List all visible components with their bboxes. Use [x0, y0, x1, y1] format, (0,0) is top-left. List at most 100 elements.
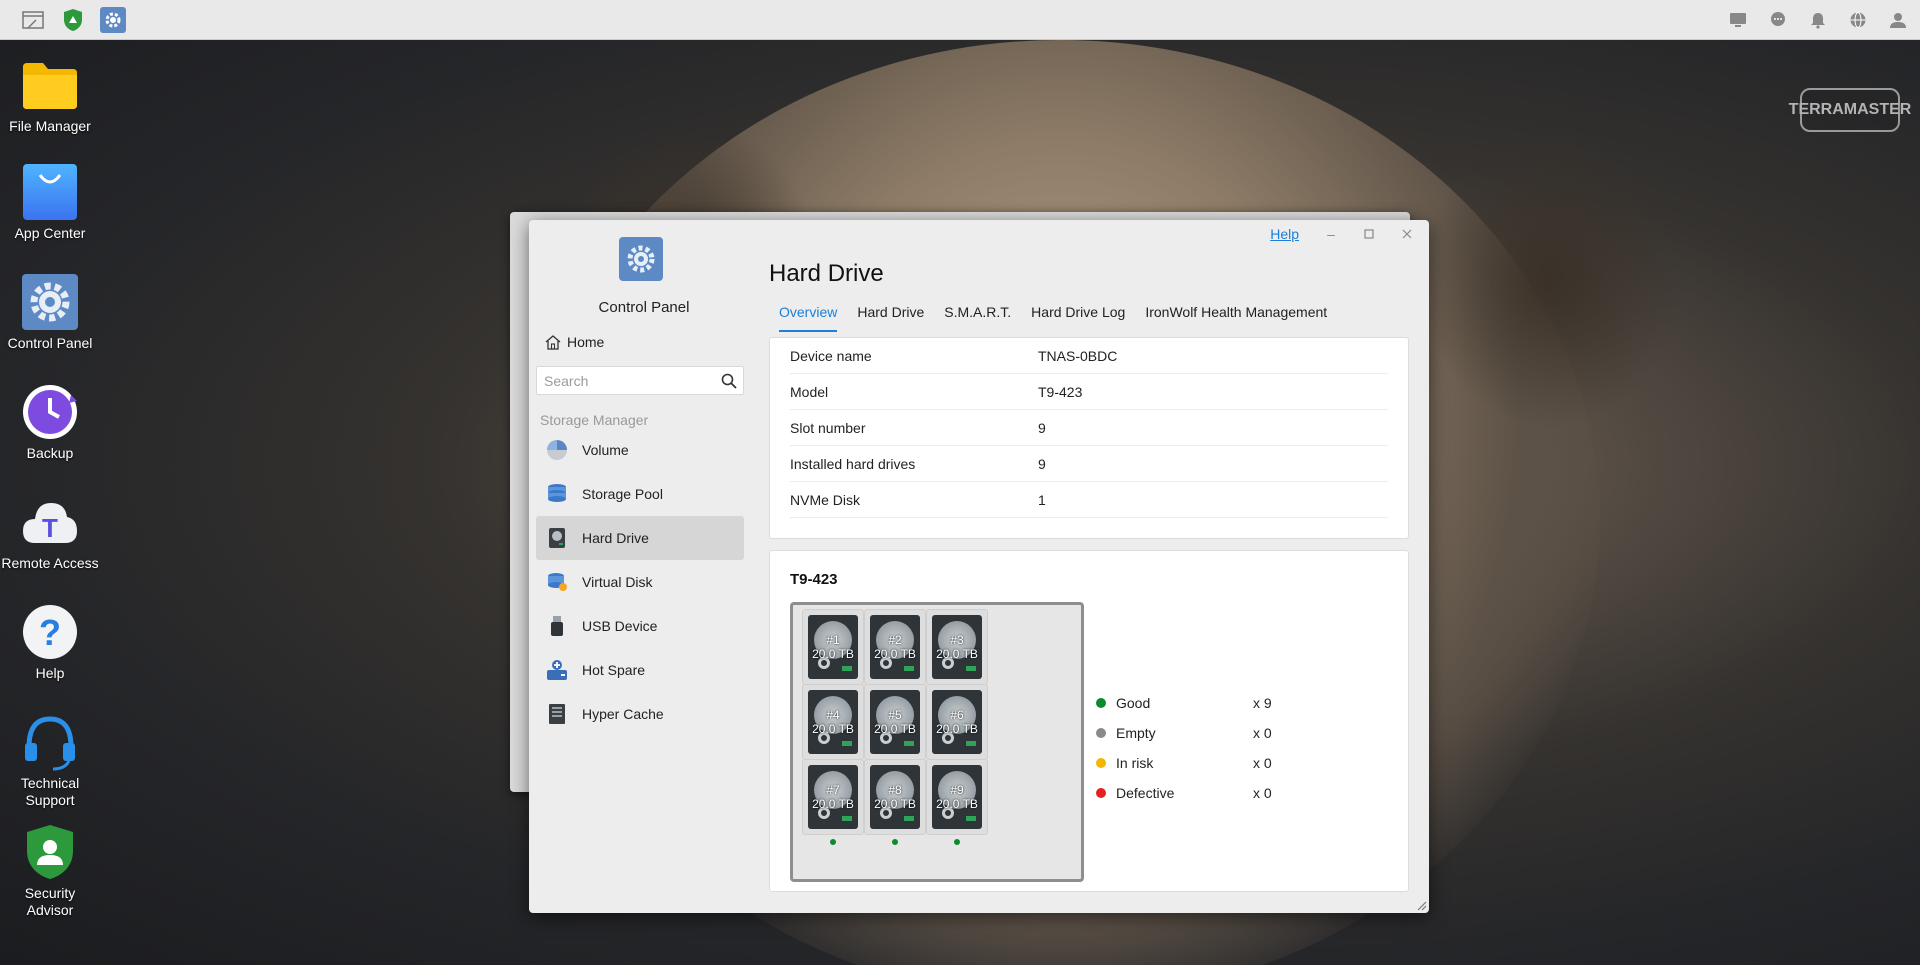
tab-hard-drive[interactable]: Hard Drive	[857, 304, 924, 332]
security-advisor-taskbar-button[interactable]	[60, 7, 86, 33]
drive-size: 20.0 TB	[874, 647, 916, 661]
drive-label: #5 20.0 TB	[874, 708, 916, 736]
sidebar-item-label: Hard Drive	[582, 530, 649, 546]
drive-slot: #3	[950, 633, 964, 647]
drive-bay[interactable]: #6 20.0 TB	[926, 684, 988, 760]
globe-icon	[1850, 12, 1866, 28]
drive-slot: #2	[888, 633, 902, 647]
resize-grip-icon[interactable]	[1415, 899, 1427, 911]
drive-size: 20.0 TB	[874, 722, 916, 736]
info-key: Model	[790, 383, 829, 400]
bell-icon	[1811, 13, 1825, 29]
desktop-icon	[22, 10, 44, 29]
tab-ironwolf-health[interactable]: IronWolf Health Management	[1145, 304, 1327, 332]
brand-logo-text: TERRAMASTER	[1788, 101, 1912, 118]
messages-button[interactable]	[1766, 8, 1790, 32]
drive-bay[interactable]: #3 20.0 TB	[926, 609, 988, 685]
sidebar-item-virtual-disk[interactable]: Virtual Disk	[536, 560, 744, 604]
desktop-app-center[interactable]: App Center	[0, 163, 100, 242]
chassis-diagram: #1 20.0 TB #2 20.0 TB #3 20.0 TB #4 20.0 TB #5 20…	[790, 602, 1084, 882]
drive-bay[interactable]: #2 20.0 TB	[864, 609, 926, 685]
device-info-card: Device name TNAS-0BDC Model T9-423 Slot nu…	[769, 337, 1409, 539]
hard-drive-icon: #4 20.0 TB	[808, 690, 858, 754]
info-value: 9	[1038, 455, 1046, 472]
sidebar-app-title: Control Panel	[598, 299, 690, 316]
tab-smart[interactable]: S.M.A.R.T.	[944, 304, 1011, 332]
desktop-remote-access[interactable]: T Remote Access	[0, 493, 100, 572]
device-diagram-card: T9-423 #1 20.0 TB #2 20.0 TB #3 20.0 TB #4 20.0…	[769, 550, 1409, 892]
drive-size: 20.0 TB	[936, 797, 978, 811]
drive-bay[interactable]: #9 20.0 TB	[926, 759, 988, 835]
desktop-item-label: App Center	[14, 225, 86, 241]
headset-icon	[21, 713, 79, 771]
taskbar	[0, 0, 1920, 40]
question-icon: ?	[21, 603, 79, 661]
sidebar-item-hot-spare[interactable]: Hot Spare	[536, 648, 744, 692]
drive-led	[842, 666, 852, 671]
gear-icon	[627, 245, 655, 273]
desktop-control-panel[interactable]: Control Panel	[0, 273, 100, 352]
sidebar-item-storage-pool[interactable]: Storage Pool	[536, 472, 744, 516]
sidebar-item-hyper-cache[interactable]: Hyper Cache	[536, 692, 744, 736]
control-panel-logo	[619, 237, 663, 281]
drive-status-led	[954, 839, 960, 845]
sidebar-item-hard-drive[interactable]: Hard Drive	[536, 516, 744, 560]
legend-item-defective: Defective x 0	[1096, 778, 1272, 808]
drive-slot: #8	[888, 783, 902, 797]
drive-label: #1 20.0 TB	[812, 633, 854, 661]
search-input[interactable]	[537, 367, 707, 394]
show-desktop-button[interactable]	[20, 7, 46, 33]
sidebar-item-usb-device[interactable]: USB Device	[536, 604, 744, 648]
desktop-item-label: Technical Support	[20, 775, 80, 808]
drive-bay[interactable]: #4 20.0 TB	[802, 684, 864, 760]
home-link[interactable]: Home	[545, 334, 604, 350]
drive-led	[966, 816, 976, 821]
status-dot-good	[1096, 698, 1106, 708]
notifications-button[interactable]	[1806, 8, 1830, 32]
hard-drive-icon: #8 20.0 TB	[870, 765, 920, 829]
search-icon[interactable]	[721, 373, 737, 389]
user-menu-button[interactable]	[1886, 8, 1910, 32]
info-row: NVMe Disk 1	[790, 482, 1388, 518]
desktop-item-label: Backup	[26, 445, 74, 461]
desktop-technical-support[interactable]: Technical Support	[0, 713, 100, 809]
info-value: 9	[1038, 419, 1046, 436]
desktop-item-label: Control Panel	[7, 335, 93, 351]
language-button[interactable]	[1846, 8, 1870, 32]
virtual-disk-icon	[546, 571, 568, 593]
sidebar-item-label: Storage Pool	[582, 486, 663, 502]
tab-hard-drive-log[interactable]: Hard Drive Log	[1031, 304, 1125, 332]
monitor-button[interactable]	[1726, 8, 1750, 32]
brand-logo: TERRAMASTER	[1789, 88, 1911, 132]
hard-drive-icon: #9 20.0 TB	[932, 765, 982, 829]
tab-overview[interactable]: Overview	[779, 304, 838, 332]
drive-label: #3 20.0 TB	[936, 633, 978, 661]
drive-bay[interactable]: #5 20.0 TB	[864, 684, 926, 760]
cache-icon	[546, 703, 568, 725]
status-dot-in-risk	[1096, 758, 1106, 768]
info-row: Device name TNAS-0BDC	[790, 338, 1388, 374]
hot-spare-icon	[546, 659, 568, 681]
sidebar-item-volume[interactable]: Volume	[536, 428, 744, 472]
drive-size: 20.0 TB	[936, 722, 978, 736]
control-panel-taskbar-button[interactable]	[100, 6, 126, 33]
drive-led	[904, 741, 914, 746]
info-key: Slot number	[790, 419, 866, 436]
drive-bay[interactable]: #8 20.0 TB	[864, 759, 926, 835]
drive-bay[interactable]: #1 20.0 TB	[802, 609, 864, 685]
info-key: Device name	[790, 347, 872, 364]
gear-icon	[21, 273, 79, 331]
drive-slot: #9	[950, 783, 964, 797]
chat-icon	[1771, 12, 1785, 26]
drive-status-led	[892, 839, 898, 845]
desktop-file-manager[interactable]: File Manager	[0, 56, 100, 135]
desktop-help[interactable]: ? Help	[0, 603, 100, 682]
drive-bay[interactable]: #7 20.0 TB	[802, 759, 864, 835]
legend-item-empty: Empty x 0	[1096, 718, 1272, 748]
desktop-backup[interactable]: Backup	[0, 383, 100, 462]
shield-icon	[64, 8, 82, 31]
home-label: Home	[567, 334, 605, 350]
sidebar-section-title: Storage Manager	[540, 412, 649, 428]
desktop-security-advisor[interactable]: Security Advisor	[0, 823, 100, 919]
hard-drive-icon	[546, 527, 568, 549]
